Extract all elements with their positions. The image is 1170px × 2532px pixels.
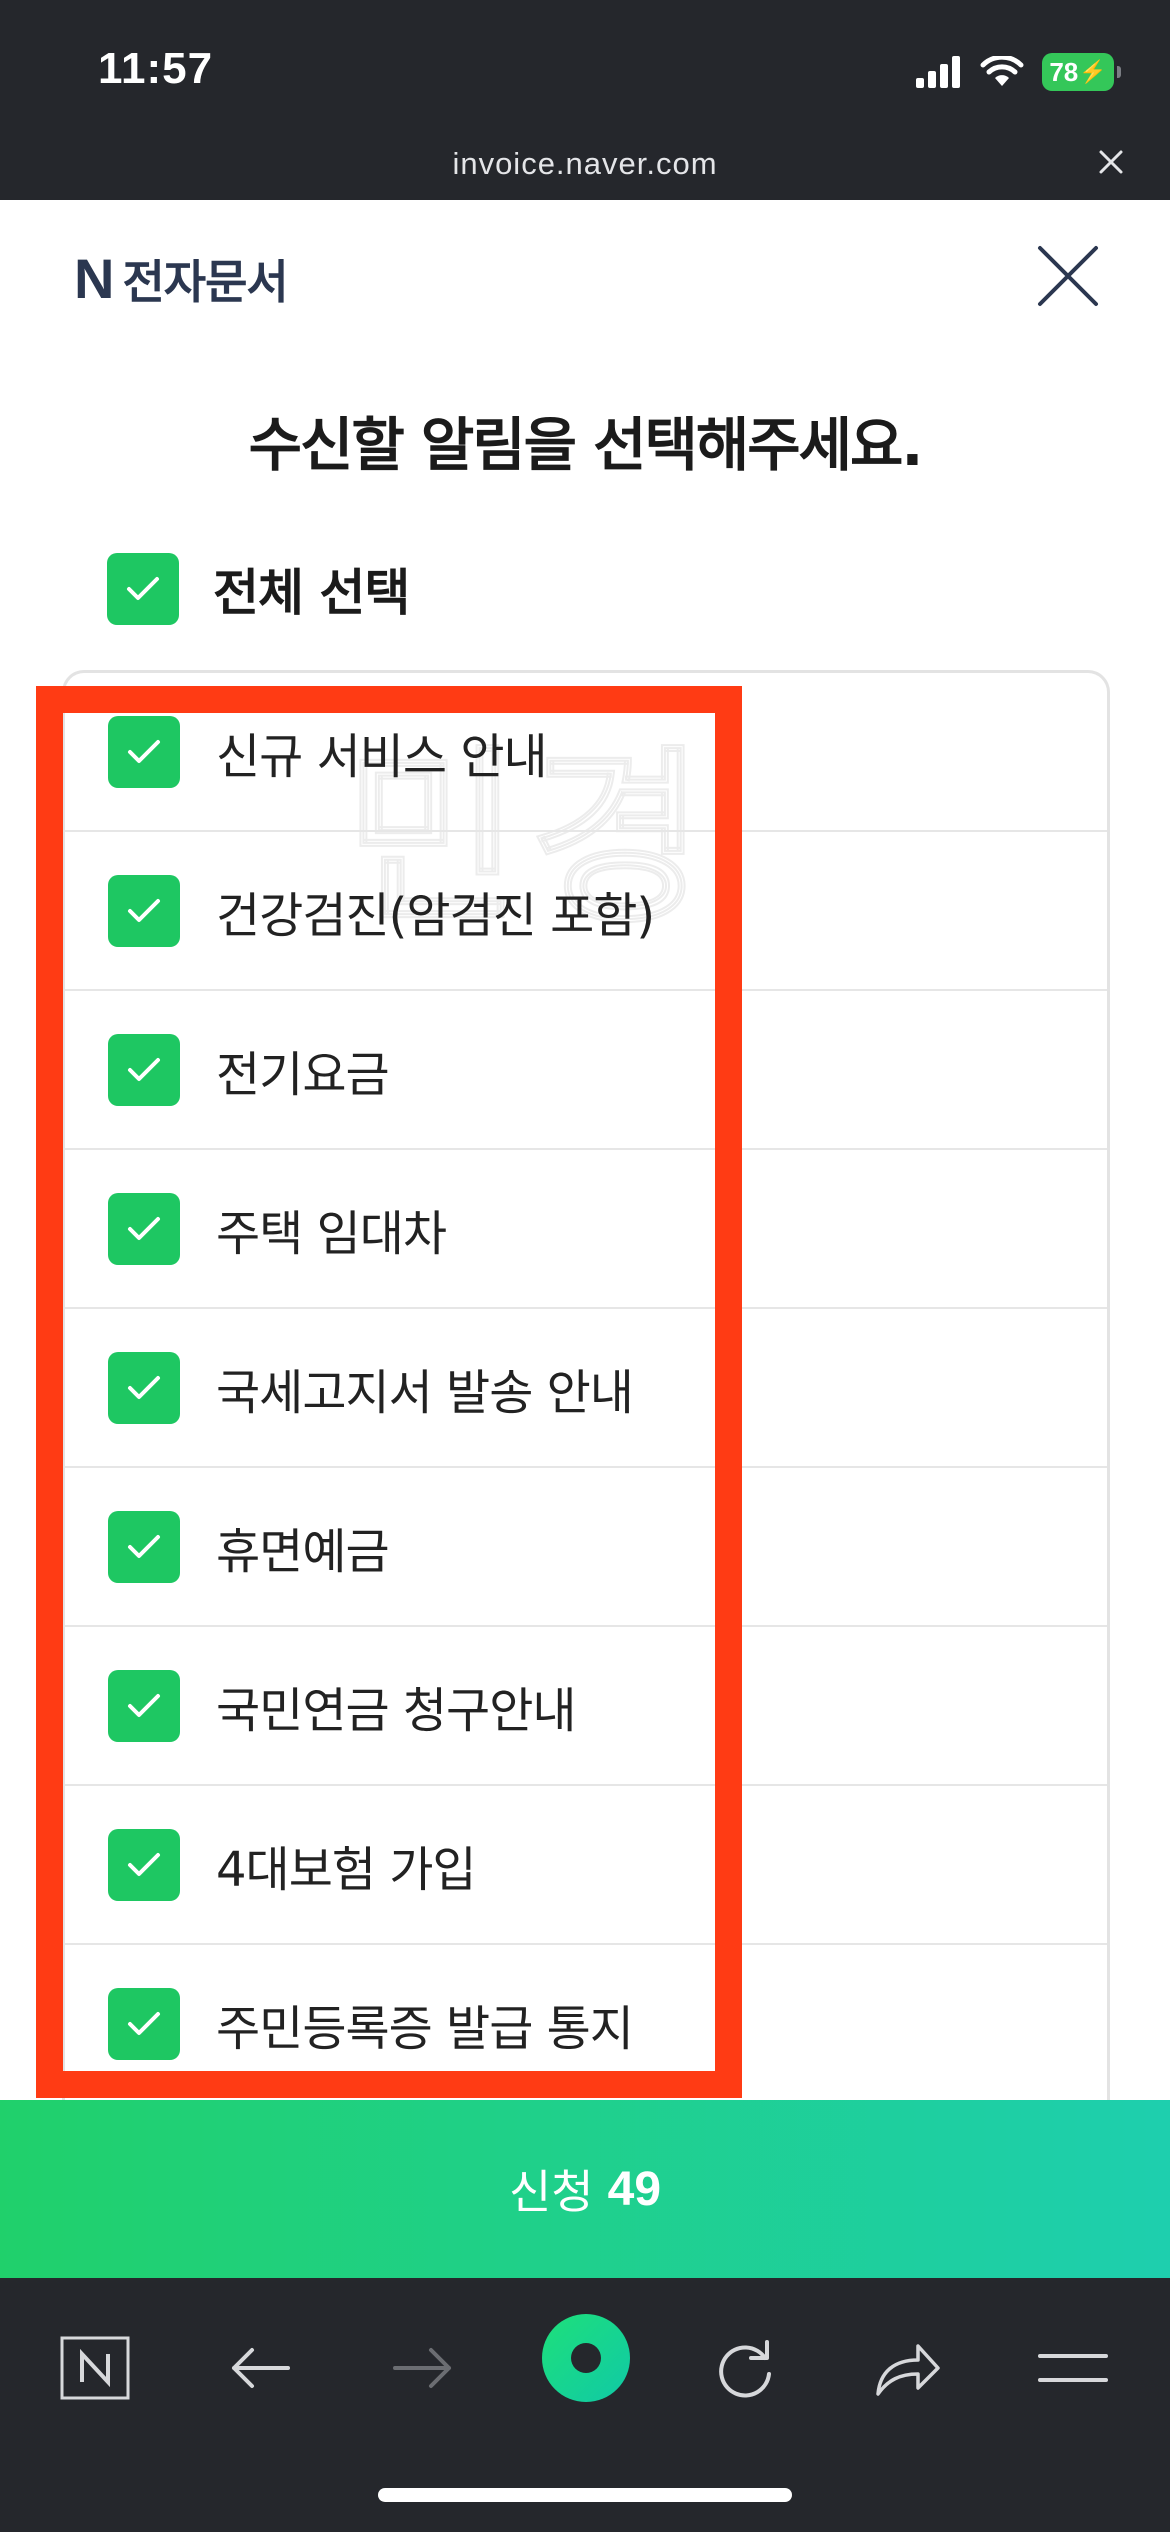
check-icon bbox=[128, 1852, 160, 1876]
select-all-checkbox-row[interactable]: 전체 선택 bbox=[107, 553, 410, 625]
reload-icon[interactable] bbox=[705, 2328, 785, 2408]
list-item[interactable]: 국민연금 청구안내 bbox=[65, 1627, 1107, 1786]
item-label: 주민등록증 발급 통지 bbox=[216, 2000, 634, 2057]
item-label: 국민연금 청구안내 bbox=[216, 1682, 577, 1739]
list-item[interactable]: 주민등록증 발급 통지 bbox=[65, 1945, 1107, 2104]
item-label: 4대보험 가입 bbox=[216, 1841, 477, 1898]
menu-icon[interactable] bbox=[1033, 2328, 1113, 2408]
check-icon bbox=[127, 577, 159, 600]
item-checkbox[interactable] bbox=[108, 874, 180, 947]
notification-list[interactable]: 민경 신규 서비스 안내 건강검진(암검진 포함) 전기요금 주택 임대차 국세고지서 … bbox=[62, 670, 1110, 2140]
check-icon bbox=[128, 898, 160, 922]
list-item[interactable]: 건강검진(암검진 포함) bbox=[65, 832, 1107, 991]
status-icons: 78 ⚡ bbox=[916, 50, 1121, 94]
apply-button-count: 49 bbox=[607, 2162, 662, 2216]
select-all-label: 전체 선택 bbox=[213, 564, 410, 622]
charging-bolt-icon: ⚡ bbox=[1079, 59, 1107, 84]
item-label: 건강검진(암검진 포함) bbox=[216, 887, 655, 944]
item-checkbox[interactable] bbox=[108, 1828, 180, 1901]
item-checkbox[interactable] bbox=[108, 1351, 180, 1424]
item-label: 국세고지서 발송 안내 bbox=[216, 1364, 634, 1421]
item-label: 전기요금 bbox=[216, 1046, 390, 1103]
item-checkbox[interactable] bbox=[108, 715, 180, 788]
check-icon bbox=[128, 1375, 160, 1399]
naver-green-dot-icon[interactable] bbox=[540, 2312, 632, 2404]
check-icon bbox=[128, 1216, 160, 1240]
back-arrow-icon[interactable] bbox=[220, 2328, 300, 2408]
check-icon bbox=[128, 739, 160, 763]
cellular-signal-icon bbox=[916, 56, 960, 88]
status-time: 11:57 bbox=[98, 44, 214, 93]
list-item[interactable]: 신규 서비스 안내 bbox=[65, 673, 1107, 832]
address-bar-url[interactable]: invoice.naver.com bbox=[0, 146, 1170, 182]
close-button[interactable] bbox=[1036, 244, 1100, 308]
item-checkbox[interactable] bbox=[108, 1987, 180, 2060]
wifi-icon bbox=[980, 56, 1024, 86]
list-item[interactable]: 주택 임대차 bbox=[65, 1150, 1107, 1309]
service-name: 전자문서 bbox=[122, 255, 288, 309]
item-checkbox[interactable] bbox=[108, 1033, 180, 1106]
naver-n-logo: N bbox=[74, 247, 115, 310]
check-icon bbox=[128, 1693, 160, 1717]
list-item[interactable]: 전기요금 bbox=[65, 991, 1107, 1150]
select-all-checkbox[interactable] bbox=[107, 553, 179, 625]
close-tab-icon[interactable] bbox=[1096, 147, 1126, 177]
list-item[interactable]: 휴면예금 bbox=[65, 1468, 1107, 1627]
share-icon[interactable] bbox=[868, 2328, 948, 2408]
page-title: 수신할 알림을 선택해주세요. bbox=[248, 411, 924, 479]
browser-top-bar: 11:57 78 ⚡ invoice.naver.com bbox=[0, 0, 1170, 200]
item-checkbox[interactable] bbox=[108, 1192, 180, 1265]
home-indicator bbox=[378, 2488, 792, 2502]
item-checkbox[interactable] bbox=[108, 1510, 180, 1583]
brand-logo: N 전자문서 bbox=[74, 246, 289, 312]
battery-icon: 78 ⚡ bbox=[1042, 53, 1121, 91]
item-label: 휴면예금 bbox=[216, 1523, 390, 1580]
item-label: 신규 서비스 안내 bbox=[216, 728, 548, 785]
apply-button[interactable]: 신청 49 bbox=[0, 2100, 1170, 2278]
naver-home-icon[interactable] bbox=[55, 2328, 135, 2408]
list-item[interactable]: 국세고지서 발송 안내 bbox=[65, 1309, 1107, 1468]
battery-level: 78 bbox=[1049, 56, 1079, 87]
check-icon bbox=[128, 1534, 160, 1558]
check-icon bbox=[128, 1057, 160, 1081]
list-item[interactable]: 4대보험 가입 bbox=[65, 1786, 1107, 1945]
check-icon bbox=[128, 2011, 160, 2035]
forward-arrow-icon[interactable] bbox=[383, 2328, 463, 2408]
item-label: 주택 임대차 bbox=[216, 1205, 447, 1262]
apply-button-label: 신청 bbox=[508, 2165, 594, 2219]
item-checkbox[interactable] bbox=[108, 1669, 180, 1742]
